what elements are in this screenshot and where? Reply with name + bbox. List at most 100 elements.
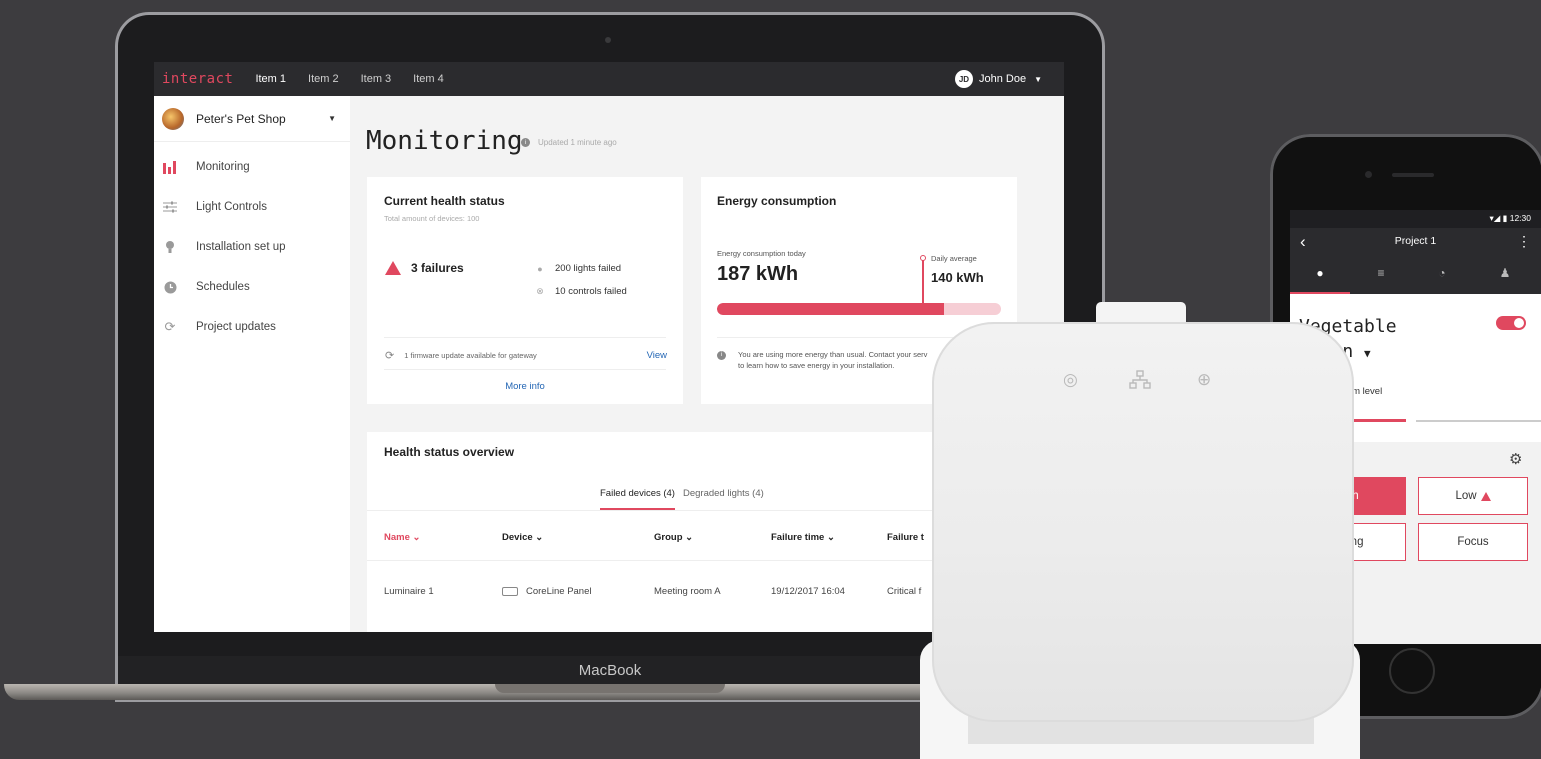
- person-icon[interactable]: ♟: [1495, 266, 1515, 280]
- globe-icon: ⊕: [1197, 370, 1212, 389]
- energy-message-line2: to learn how to save energy in your inst…: [738, 361, 895, 370]
- nav-item-1[interactable]: Item 1: [255, 73, 286, 85]
- health-status-card: Current health status Total amount of de…: [367, 177, 683, 404]
- lights-failed: ● 200 lights failed: [535, 263, 621, 274]
- view-link[interactable]: View: [647, 350, 667, 361]
- divider: [384, 369, 666, 370]
- refresh-icon: ⟳: [164, 319, 176, 334]
- sidebar-item-label: Light Controls: [196, 201, 267, 213]
- user-avatar: JD: [954, 70, 973, 88]
- scene-low-button[interactable]: Low: [1418, 477, 1528, 515]
- clock-icon[interactable]: ◔: [1432, 266, 1452, 280]
- sidebar-item-monitoring[interactable]: Monitoring: [154, 152, 350, 182]
- info-icon: i: [521, 138, 530, 147]
- controls-failed-text: 10 controls failed: [555, 286, 627, 297]
- laptop-screen: interact Item 1 Item 2 Item 3 Item 4 JD …: [154, 62, 1064, 632]
- phone-speaker: [1392, 173, 1434, 177]
- gear-icon[interactable]: ⚙: [1509, 450, 1522, 468]
- status-time: 12:30: [1509, 213, 1531, 223]
- shop-selector[interactable]: Peter's Pet Shop ▼: [154, 96, 350, 142]
- bulb-icon: ●: [537, 263, 543, 274]
- nav-item-2[interactable]: Item 2: [308, 73, 339, 85]
- overview-tabs: Failed devices (4) Degraded lights (4): [600, 488, 772, 510]
- top-navigation-bar: interact Item 1 Item 2 Item 3 Item 4 JD …: [154, 62, 1064, 96]
- warning-icon: [385, 261, 401, 275]
- dim-level-label: im level: [1350, 386, 1383, 397]
- sliders-icon: [162, 199, 178, 215]
- active-tab-indicator: [1290, 292, 1350, 294]
- control-icon: ⊗: [536, 286, 544, 296]
- daily-average-marker: [922, 258, 924, 315]
- refresh-icon: ⟳: [385, 350, 395, 362]
- table-cell-group: Meeting room A: [654, 586, 721, 597]
- sidebar-item-schedules[interactable]: Schedules: [154, 272, 350, 302]
- sidebar-item-installation[interactable]: Installation set up: [154, 232, 350, 262]
- brand-logo[interactable]: interact: [162, 71, 233, 87]
- energy-message: i You are using more energy than usual. …: [717, 349, 967, 371]
- sidebar-item-label: Project updates: [196, 321, 276, 333]
- more-info-link[interactable]: More info: [367, 381, 683, 392]
- sliders-icon[interactable]: ≡: [1371, 266, 1391, 280]
- energy-today-value: 187 kWh: [717, 263, 799, 285]
- column-failure-time[interactable]: Failure time ⌄: [771, 532, 835, 543]
- power-icon: ◎: [1063, 370, 1078, 389]
- table-cell-time: 19/12/2017 16:04: [771, 586, 845, 597]
- user-name: John Doe: [978, 73, 1027, 85]
- phone-status-bar: ▾◢ ▮ 12:30: [1290, 210, 1541, 228]
- table-cell-name[interactable]: Luminaire 1: [384, 586, 434, 597]
- bulb-icon[interactable]: ●: [1310, 266, 1330, 280]
- phone-home-button[interactable]: [1389, 648, 1435, 694]
- health-card-title: Current health status: [384, 194, 505, 208]
- zone-power-toggle[interactable]: [1496, 316, 1526, 330]
- health-card-subtitle: Total amount of devices: 100: [384, 214, 480, 223]
- failures-summary: 3 failures: [385, 261, 464, 275]
- phone-title: Project 1: [1394, 235, 1437, 247]
- sidebar-item-label: Schedules: [196, 281, 250, 293]
- bar-chart-icon: [162, 159, 178, 175]
- sidebar-item-label: Monitoring: [196, 161, 250, 173]
- energy-message-line1: You are using more energy than usual. Co…: [738, 350, 928, 359]
- column-failure-type[interactable]: Failure t: [887, 532, 924, 543]
- clock-icon: [162, 279, 178, 295]
- column-name[interactable]: Name ⌄: [384, 532, 420, 543]
- firmware-text: 1 firmware update available for gateway: [404, 351, 537, 360]
- daily-average-label: Daily average: [931, 254, 977, 263]
- sidebar-item-project-updates[interactable]: ⟳ Project updates: [154, 312, 350, 342]
- sidebar: Peter's Pet Shop ▼ Monitoring Light Cont…: [154, 96, 350, 632]
- table-cell-device: CoreLine Panel: [502, 586, 592, 597]
- daily-average-dot: [920, 255, 926, 261]
- updated-text: Updated 1 minute ago: [538, 138, 617, 147]
- info-icon: i: [717, 351, 726, 360]
- nav-item-3[interactable]: Item 3: [361, 73, 392, 85]
- panel-icon: [502, 586, 518, 596]
- energy-progress-fill: [717, 303, 945, 315]
- scene-focus-button[interactable]: Focus: [1418, 523, 1528, 561]
- divider: [384, 337, 666, 338]
- column-group[interactable]: Group ⌄: [654, 532, 693, 543]
- dim-slider-track[interactable]: [1416, 420, 1541, 422]
- updated-indicator: i Updated 1 minute ago: [521, 138, 617, 147]
- phone-app-bar: ‹ Project 1 ⋮ ● ≡ ◔ ♟: [1290, 228, 1541, 294]
- bulb-icon: [162, 239, 178, 255]
- sidebar-item-label: Installation set up: [196, 241, 286, 253]
- energy-progress-bar: [717, 303, 1001, 315]
- overview-title: Health status overview: [384, 445, 515, 459]
- shop-name: Peter's Pet Shop: [196, 111, 286, 126]
- user-menu[interactable]: JD John Doe ▼: [954, 70, 1042, 88]
- shop-avatar: [162, 107, 184, 130]
- network-icon: [1129, 370, 1151, 395]
- phone-camera: [1365, 171, 1372, 178]
- energy-today-label: Energy consumption today: [717, 249, 806, 258]
- controls-failed: ⊗ 10 controls failed: [535, 286, 627, 297]
- laptop-notch: [495, 684, 725, 693]
- sidebar-item-light-controls[interactable]: Light Controls: [154, 192, 350, 222]
- tab-degraded-lights[interactable]: Degraded lights (4): [683, 488, 764, 510]
- chevron-down-icon: ▼: [1364, 347, 1371, 360]
- column-device[interactable]: Device ⌄: [502, 532, 543, 543]
- failures-count: 3 failures: [411, 261, 464, 275]
- more-vertical-icon[interactable]: ⋮: [1517, 233, 1531, 250]
- nav-item-4[interactable]: Item 4: [413, 73, 444, 85]
- tab-failed-devices[interactable]: Failed devices (4): [600, 488, 675, 510]
- table-cell-type: Critical f: [887, 586, 922, 597]
- warning-icon: [1480, 491, 1491, 501]
